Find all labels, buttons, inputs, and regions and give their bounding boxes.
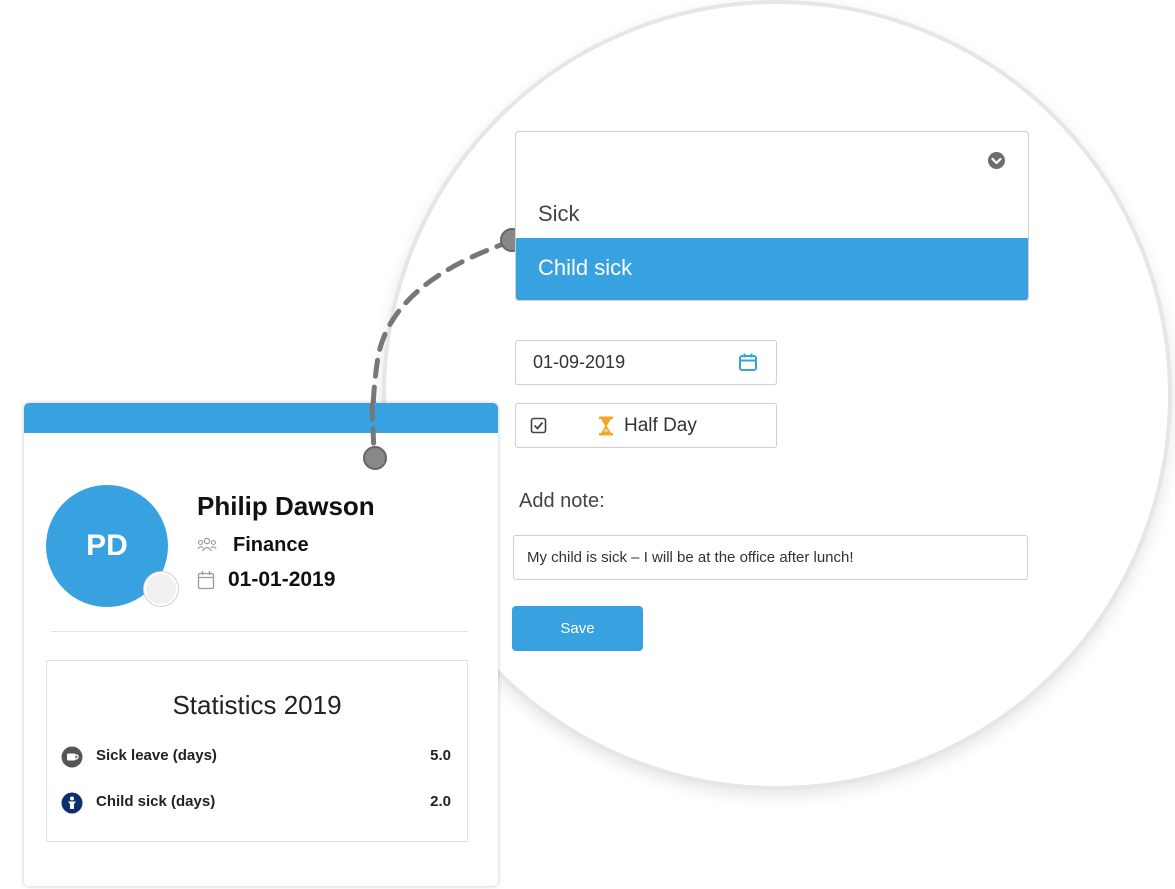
divider — [51, 631, 468, 632]
calendar-icon — [197, 571, 215, 590]
illustration: Sick Child sick 01-09-2019 Half Day Add … — [0, 0, 1175, 889]
child-icon — [61, 792, 83, 814]
save-button[interactable]: Save — [512, 606, 643, 651]
calendar-icon[interactable] — [738, 352, 758, 372]
stat-value: 5.0 — [430, 747, 451, 764]
stat-label: Sick leave (days) — [96, 747, 217, 764]
note-label: Add note: — [519, 490, 605, 512]
stat-value: 2.0 — [430, 793, 451, 810]
date-value: 01-09-2019 — [533, 352, 626, 372]
leave-option-child-sick[interactable]: Child sick — [516, 238, 1028, 300]
statistics-title: Statistics 2019 — [172, 690, 342, 720]
statistics-panel: Statistics 2019 Sick leave (days) 5.0 Ch… — [46, 660, 468, 842]
stat-row-child-sick: Child sick (days) 2.0 — [59, 790, 455, 816]
stat-row-sick-leave: Sick leave (days) 5.0 — [59, 744, 455, 770]
stat-label: Child sick (days) — [96, 793, 216, 810]
hourglass-icon — [599, 416, 613, 436]
employee-name: Philip Dawson — [197, 491, 375, 521]
leave-type-dropdown[interactable]: Sick Child sick — [515, 131, 1029, 301]
half-day-label: Half Day — [624, 415, 697, 436]
magnifier-circle — [382, 0, 1172, 790]
half-day-toggle[interactable]: Half Day — [515, 403, 777, 448]
leave-option-sick[interactable]: Sick — [516, 192, 1028, 236]
chevron-down-icon[interactable] — [988, 152, 1005, 169]
department-label: Finance — [233, 534, 309, 556]
team-icon — [197, 537, 217, 552]
sick-leave-icon — [61, 746, 83, 768]
checkbox-checked-icon[interactable] — [530, 417, 547, 434]
date-field[interactable]: 01-09-2019 — [515, 340, 777, 385]
profile-card: PD Philip Dawson Finance 01-01-2019 Stat… — [24, 403, 498, 886]
note-input[interactable]: My child is sick – I will be at the offi… — [513, 535, 1028, 580]
card-header-band — [24, 403, 498, 433]
start-date-value: 01-01-2019 — [228, 568, 336, 591]
avatar-status-indicator — [144, 572, 178, 606]
